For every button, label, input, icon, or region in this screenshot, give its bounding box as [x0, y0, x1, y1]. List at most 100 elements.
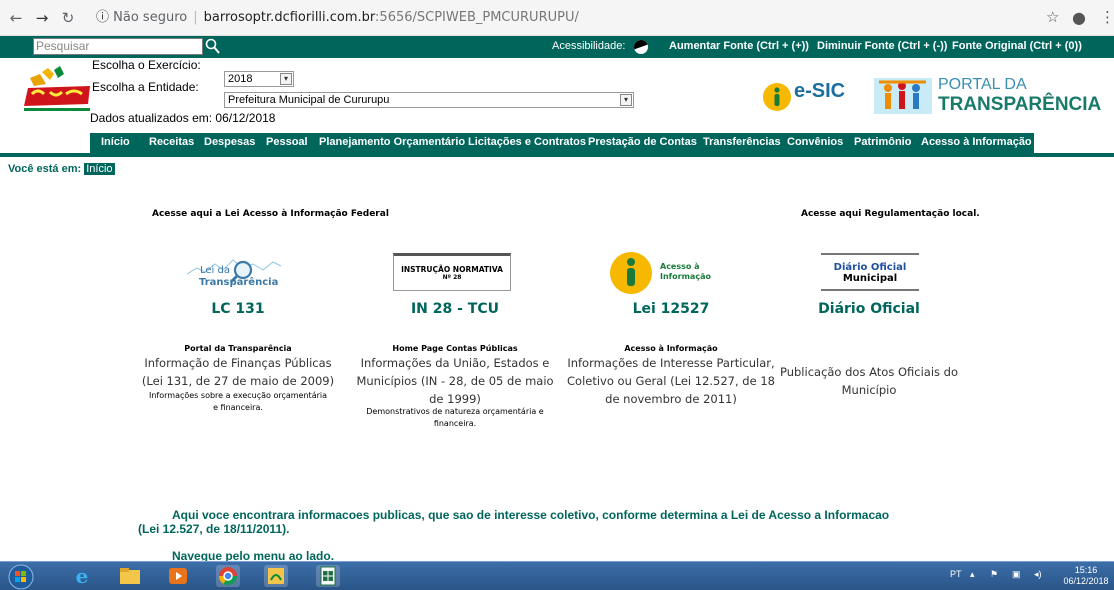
exercise-value: 2018	[228, 73, 253, 85]
chevron-down-icon: ▾	[620, 94, 632, 106]
portal-title-line1: PORTAL DA	[938, 76, 1027, 93]
accessibility-bar: Pesquisar Acessibilidade: Aumentar Fonte…	[0, 36, 1114, 58]
menu-item-receitas[interactable]: Receitas	[149, 136, 194, 148]
card-in28[interactable]: INSTRUÇÃO NORMATIVA Nº 28 IN 28 - TCU Ho…	[350, 250, 560, 430]
acesso-line2: Informação	[660, 272, 711, 281]
acesso-informacao-icon	[610, 252, 652, 294]
entity-label: Escolha a Entidade:	[92, 80, 199, 94]
card-lc131[interactable]: Lei da Transparência LC 131 Portal da Tr…	[133, 250, 343, 430]
menu-item-prestacao[interactable]: Prestação de Contas	[588, 136, 697, 148]
spreadsheet-icon[interactable]	[316, 565, 340, 587]
system-clock[interactable]: 15:16 06/12/2018	[1062, 565, 1110, 587]
card-title[interactable]: Diário Oficial	[764, 301, 974, 317]
intro-line2: (Lei 12.527, de 18/11/2011).	[138, 522, 290, 536]
esic-link[interactable]: e-SIC	[762, 78, 858, 114]
card-title[interactable]: LC 131	[133, 301, 343, 317]
menu-item-pessoal[interactable]: Pessoal	[266, 136, 308, 148]
star-icon[interactable]: ☆	[1046, 8, 1059, 26]
pdf-reader-icon[interactable]	[264, 565, 288, 587]
card-body: Publicação dos Atos Oficiais do Municípi…	[779, 365, 959, 397]
lei-transparencia-line2: Transparência	[199, 277, 279, 288]
menu-item-convenios[interactable]: Convênios	[787, 136, 843, 148]
card-title[interactable]: Lei 12527	[566, 301, 776, 317]
city-logo	[24, 66, 90, 111]
card-lei12527[interactable]: Acesso à Informação Lei 12527 Acesso à I…	[566, 250, 776, 430]
address-bar[interactable]: ⓘ Não seguro | barrosoptr.dcfiorilli.com.b…	[96, 7, 1034, 29]
site-header: Escolha o Exercício: 2018 ▾ Escolha a En…	[0, 58, 1114, 136]
intro-line1: Aqui voce encontrara informacoes publica…	[172, 508, 890, 522]
card-note: Demonstrativos de natureza orçamentária …	[366, 407, 544, 428]
start-button-icon[interactable]	[8, 564, 34, 590]
diario-oficial-image: Diário Oficial Municipal	[821, 253, 919, 291]
menu-item-acesso[interactable]: Acesso à Informação	[921, 136, 1032, 148]
instrucao-line2: Nº 28	[442, 274, 462, 281]
clock-date: 06/12/2018	[1063, 576, 1109, 586]
entity-select[interactable]: Prefeitura Municipal de Cururupu ▾	[224, 92, 634, 108]
profile-icon[interactable]: ●	[1072, 8, 1086, 27]
main-menu: Início Receitas Despesas Pessoal Planeja…	[90, 133, 1034, 153]
card-body: Informação de Finanças Públicas (Lei 131…	[141, 356, 335, 388]
card-subtitle: Acesso à Informação	[624, 344, 718, 353]
card-subtitle: Portal da Transparência	[184, 344, 292, 353]
volume-icon[interactable]: ◂)	[1034, 569, 1042, 580]
media-player-icon[interactable]	[166, 565, 190, 587]
reload-icon[interactable]: ↻	[58, 8, 78, 28]
esic-label: e-SIC	[794, 80, 846, 102]
contrast-icon[interactable]	[634, 40, 648, 54]
intro-text: Aqui voce encontrara informacoes publica…	[138, 508, 998, 536]
card-diario-oficial[interactable]: Diário Oficial Municipal Diário Oficial …	[764, 250, 974, 430]
ie-icon[interactable]: e	[70, 564, 94, 588]
portal-transparencia-logo[interactable]: PORTAL DA TRANSPARÊNCIA	[874, 72, 1104, 120]
svg-text:e: e	[76, 565, 89, 587]
card-body: Informações da União, Estados e Municípi…	[356, 356, 554, 406]
lead-local: Acesse aqui Regulamentação local.	[801, 209, 980, 219]
card-body: Informações de Interesse Particular, Col…	[567, 356, 775, 406]
entity-value: Prefeitura Municipal de Cururupu	[228, 94, 390, 106]
chevron-up-icon[interactable]: ▴	[970, 569, 975, 580]
menu-item-planejamento[interactable]: Planejamento Orçamentário	[319, 136, 465, 148]
menu-item-despesas[interactable]: Despesas	[204, 136, 255, 148]
card-subtitle: Home Page Contas Públicas	[392, 344, 518, 353]
menu-item-licitacoes[interactable]: Licitações e Contratos	[468, 136, 586, 148]
breadcrumb-label: Você está em:	[8, 163, 82, 175]
menu-item-transferencias[interactable]: Transferências	[703, 136, 781, 148]
chrome-icon[interactable]	[216, 565, 240, 587]
clock-time: 15:16	[1074, 565, 1098, 575]
card-title[interactable]: IN 28 - TCU	[350, 301, 560, 317]
info-icon	[763, 83, 791, 111]
diario-line2: Municipal	[842, 273, 898, 284]
browser-toolbar: ← → ↻ ⓘ Não seguro | barrosoptr.dcfiorilli…	[0, 0, 1114, 36]
folder-icon[interactable]	[118, 565, 142, 587]
url-path: :5656/SCPIWEB_PMCURURUPU/	[375, 10, 579, 25]
forward-icon[interactable]: →	[32, 8, 52, 28]
acesso-line1: Acesso à	[660, 262, 700, 271]
increase-font-link[interactable]: Aumentar Fonte (Ctrl + (+))	[669, 40, 809, 52]
exercise-label: Escolha o Exercício:	[92, 58, 201, 72]
flag-icon[interactable]: ⚑	[990, 569, 998, 580]
accessibility-label: Acessibilidade:	[552, 40, 626, 52]
url-host: barrosoptr.dcfiorilli.com.br	[203, 10, 376, 25]
network-icon[interactable]: ▣	[1012, 569, 1021, 580]
menu-item-inicio[interactable]: Início	[101, 136, 130, 148]
chevron-down-icon: ▾	[280, 73, 292, 85]
language-indicator[interactable]: PT	[950, 569, 962, 579]
people-icon	[874, 78, 932, 114]
search-input[interactable]: Pesquisar	[33, 38, 203, 55]
security-label: Não seguro	[113, 10, 188, 25]
info-icon[interactable]: ⓘ	[96, 10, 109, 25]
original-font-link[interactable]: Fonte Original (Ctrl + (0))	[952, 40, 1082, 52]
windows-taskbar: e PT ▴ ⚑ ▣ ◂) 15:16 06/12/2018	[0, 561, 1114, 590]
portal-title-line2: TRANSPARÊNCIA	[938, 94, 1102, 115]
updated-date: Dados atualizados em: 06/12/2018	[90, 111, 276, 125]
menu-item-patrimonio[interactable]: Patrimônio	[854, 136, 911, 148]
decrease-font-link[interactable]: Diminuir Fonte (Ctrl + (-))	[817, 40, 947, 52]
menu-dots-icon[interactable]: ⋮	[1100, 8, 1114, 26]
breadcrumb-home-link[interactable]: Início	[84, 163, 115, 175]
exercise-select[interactable]: 2018 ▾	[224, 71, 294, 87]
back-icon[interactable]: ←	[6, 8, 26, 28]
breadcrumb: Você está em: Início	[8, 163, 115, 175]
card-note: Informações sobre a execução orçamentári…	[148, 391, 328, 412]
search-icon[interactable]	[204, 37, 222, 55]
main-menu-bar: Início Receitas Despesas Pessoal Planeja…	[0, 133, 1114, 157]
lead-federal: Acesse aqui a Lei Acesso à Informação Fe…	[152, 209, 389, 219]
